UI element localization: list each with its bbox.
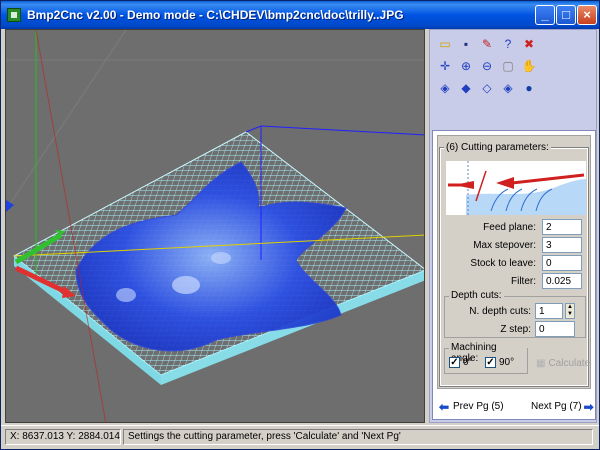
next-page-button[interactable]: Next Pg (7) ➡ bbox=[531, 399, 596, 414]
save-icon: ▪ bbox=[463, 37, 469, 51]
zoom-window-icon: ▢ bbox=[502, 59, 514, 73]
save-button[interactable]: ▪ bbox=[457, 35, 475, 53]
view-1-button[interactable]: ◈ bbox=[436, 79, 454, 97]
status-message: Settings the cutting parameter, press 'C… bbox=[123, 429, 593, 445]
help-icon: ? bbox=[504, 37, 512, 51]
coordinates-text: X: 8637.013 Y: 2884.014 bbox=[10, 431, 120, 442]
minimize-button[interactable]: _ bbox=[535, 5, 555, 25]
stop-icon: ✖ bbox=[523, 37, 535, 51]
open-folder-button[interactable]: ▭ bbox=[436, 35, 454, 53]
zoom-out-button[interactable]: ⊖ bbox=[478, 57, 496, 75]
sphere-icon: ● bbox=[525, 81, 533, 95]
feed-plane-input[interactable] bbox=[542, 219, 582, 235]
calculate-button[interactable]: ▦ Calculate bbox=[536, 358, 590, 369]
arrow-right-icon: ➡ bbox=[583, 399, 594, 414]
maximize-icon: □ bbox=[562, 7, 570, 22]
3d-viewport[interactable] bbox=[5, 29, 425, 423]
cutting-parameters-panel: (6) Cutting parameters: Feed plane: 2 Ma… bbox=[432, 130, 596, 420]
open-folder-icon: ▭ bbox=[439, 37, 451, 51]
depth-cuts-label: Depth cuts: bbox=[449, 290, 504, 301]
stop-button[interactable]: ✖ bbox=[520, 35, 538, 53]
close-icon: × bbox=[583, 7, 591, 22]
perspective-line bbox=[6, 30, 127, 211]
next-page-label: Next Pg (7) bbox=[531, 401, 582, 412]
help-button[interactable]: ? bbox=[499, 35, 517, 53]
spin-down-icon[interactable]: ▼ bbox=[566, 311, 574, 318]
app-window: Bmp2Cnc v2.00 - Demo mode - C:\CHDEV\bmp… bbox=[0, 0, 600, 450]
wand-button[interactable]: ✎ bbox=[478, 35, 496, 53]
view-cube-1-icon: ◈ bbox=[440, 81, 450, 95]
side-panel: ▭ ▪ ✎ ? ✖ ✛ ⊕ ⊖ ▢ ✋ ◈ ◆ ◇ ◈ ● (6) Cuttin… bbox=[429, 29, 597, 423]
feed-plane-label: Feed plane: bbox=[483, 222, 536, 233]
view-2-button[interactable]: ◆ bbox=[457, 79, 475, 97]
zoom-in-button[interactable]: ⊕ bbox=[457, 57, 475, 75]
maximize-button[interactable]: □ bbox=[556, 5, 576, 25]
filter-label: Filter: bbox=[511, 276, 536, 287]
calculate-label: Calculate bbox=[548, 358, 591, 369]
bbox-line bbox=[245, 125, 262, 133]
window-title: Bmp2Cnc v2.00 - Demo mode - C:\CHDEV\bmp… bbox=[27, 8, 404, 22]
spin-up-icon[interactable]: ▲ bbox=[566, 304, 574, 311]
depth-cuts-group: Depth cuts: N. depth cuts: ▲ ▼ Z step: bbox=[444, 290, 586, 338]
view-cube-4-icon: ◈ bbox=[503, 81, 513, 95]
n-depth-cuts-label: N. depth cuts: bbox=[469, 306, 531, 317]
status-bar: X: 8637.013 Y: 2884.014 Settings the cut… bbox=[1, 425, 599, 447]
arrow-left-icon bbox=[496, 177, 514, 189]
view-4-button[interactable]: ◈ bbox=[499, 79, 517, 97]
material-surface bbox=[466, 179, 586, 215]
toolbar-file: ▭ ▪ ✎ ? ✖ bbox=[434, 32, 592, 56]
wand-icon: ✎ bbox=[481, 37, 493, 51]
stock-to-leave-label: Stock to leave: bbox=[470, 258, 536, 269]
minimize-icon: _ bbox=[541, 7, 549, 22]
center-icon: ✛ bbox=[439, 59, 451, 73]
bbox-line bbox=[260, 125, 424, 136]
angle-90-label: 90° bbox=[499, 357, 515, 368]
relief-highlight bbox=[211, 252, 231, 264]
calculate-icon: ▦ bbox=[536, 358, 546, 369]
arrow-left-icon: ⬅ bbox=[439, 399, 450, 414]
prev-page-button[interactable]: ⬅ Prev Pg (5) bbox=[439, 399, 504, 414]
n-depth-cuts-input[interactable] bbox=[535, 303, 563, 319]
sphere-button[interactable]: ● bbox=[520, 79, 538, 97]
app-icon bbox=[7, 8, 21, 22]
params-title: (6) Cutting parameters: bbox=[444, 142, 551, 153]
zoom-out-icon: ⊖ bbox=[481, 59, 493, 73]
title-bar[interactable]: Bmp2Cnc v2.00 - Demo mode - C:\CHDEV\bmp… bbox=[1, 1, 599, 29]
view-cube-3-icon: ◇ bbox=[482, 81, 492, 95]
stock-to-leave-input[interactable] bbox=[542, 255, 582, 271]
toolbar-views: ◈ ◆ ◇ ◈ ● bbox=[434, 76, 592, 100]
relief-highlight bbox=[116, 288, 136, 302]
stepover-illustration bbox=[446, 161, 586, 215]
coordinates-readout: X: 8637.013 Y: 2884.014 bbox=[5, 429, 121, 445]
center-button[interactable]: ✛ bbox=[436, 57, 454, 75]
z-step-label: Z step: bbox=[500, 324, 531, 335]
z-step-input[interactable] bbox=[535, 321, 575, 337]
filter-input[interactable] bbox=[542, 273, 582, 289]
machining-angle-group: Machining angle: ✓ 0° ✓ 90° bbox=[444, 342, 528, 374]
pan-hand-icon: ✋ bbox=[521, 59, 537, 73]
angle-0-label: 0° bbox=[463, 357, 473, 368]
view-3-button[interactable]: ◇ bbox=[478, 79, 496, 97]
stepover-diagram bbox=[448, 161, 586, 215]
max-stepover-label: Max stepover: bbox=[473, 240, 536, 251]
angle-90-checkbox[interactable]: ✓ bbox=[485, 357, 496, 368]
close-button[interactable]: × bbox=[577, 5, 597, 25]
n-depth-cuts-spinner[interactable]: ▲ ▼ bbox=[565, 303, 575, 319]
3d-scene bbox=[6, 30, 424, 422]
page-navigation: ⬅ Prev Pg (5) Next Pg (7) ➡ bbox=[433, 399, 597, 419]
status-message-text: Settings the cutting parameter, press 'C… bbox=[128, 431, 401, 442]
pan-button[interactable]: ✋ bbox=[520, 57, 538, 75]
cutting-parameters-box: (6) Cutting parameters: Feed plane: 2 Ma… bbox=[437, 135, 591, 389]
max-stepover-input[interactable] bbox=[542, 237, 582, 253]
view-cube-2-icon: ◆ bbox=[461, 81, 471, 95]
zoom-in-icon: ⊕ bbox=[460, 59, 472, 73]
toolbar-view: ✛ ⊕ ⊖ ▢ ✋ bbox=[434, 54, 592, 78]
relief-highlight bbox=[172, 276, 200, 294]
z-axis-arrow-head bbox=[6, 200, 14, 212]
zoom-window-button[interactable]: ▢ bbox=[499, 57, 517, 75]
angle-0-checkbox[interactable]: ✓ bbox=[449, 357, 460, 368]
prev-page-label: Prev Pg (5) bbox=[453, 401, 504, 412]
